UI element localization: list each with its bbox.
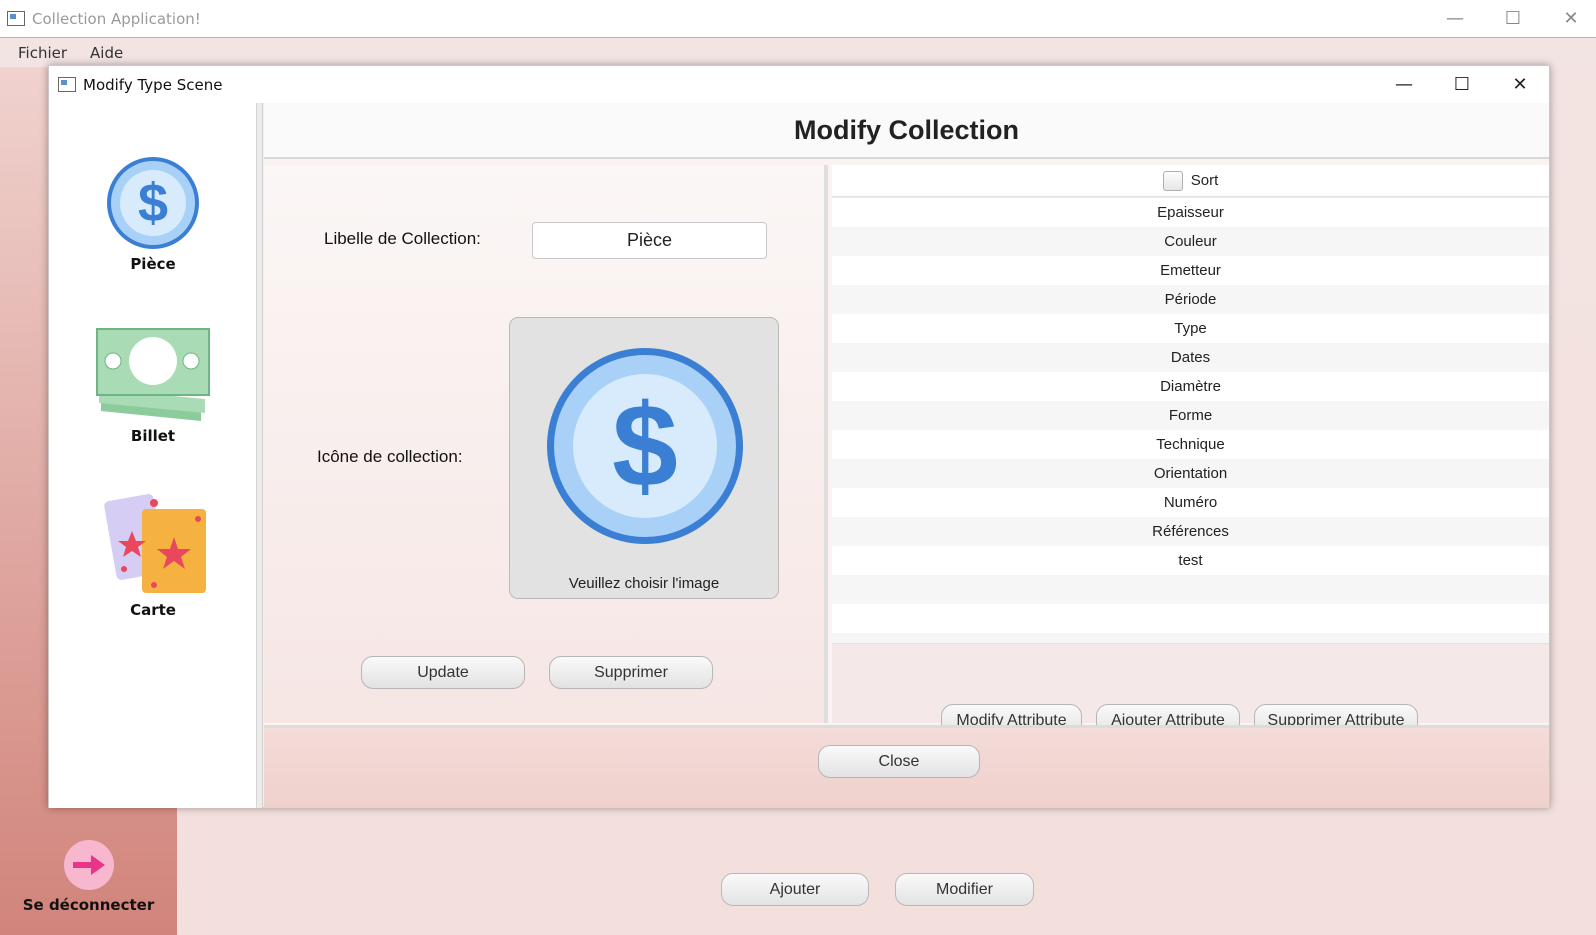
logout-item[interactable]: Se déconnecter [0,840,177,914]
attribute-list[interactable]: Epaisseur Couleur Emetteur Période Type Dates… [832,198,1549,644]
main-menu-bar: Fichier Aide [0,37,1596,67]
collection-name-label: Libelle de Collection: [324,229,481,248]
list-item[interactable]: Dates [832,343,1549,372]
dialog-maximize-icon[interactable]: ☐ [1433,66,1491,103]
list-item[interactable]: Diamètre [832,372,1549,401]
attributes-pane: Sort Epaisseur Couleur Emetteur Période Type… [832,165,1549,737]
maximize-icon[interactable]: ☐ [1484,0,1542,37]
sidebar-item-label: Carte [130,601,176,619]
dialog-content: Modify Collection Libelle de Collection:… [264,103,1549,808]
list-item[interactable]: Emetteur [832,256,1549,285]
modify-button[interactable]: Modifier [895,873,1034,906]
dialog-footer: Close [264,725,1549,808]
collection-name-input[interactable] [532,222,767,259]
sort-label: Sort [1190,172,1219,189]
sort-row: Sort [832,165,1549,197]
update-button[interactable]: Update [361,656,525,689]
sidebar-item-carte[interactable]: Carte [49,487,257,619]
empty-list-row [832,604,1549,633]
list-item[interactable]: test [832,546,1549,575]
add-button[interactable]: Ajouter [721,873,869,906]
logout-label: Se déconnecter [22,896,155,914]
empty-list-row [832,575,1549,604]
list-item[interactable]: Epaisseur [832,198,1549,227]
sidebar-item-piece[interactable]: $ Pièce [49,155,257,273]
close-button[interactable]: Close [818,745,980,778]
app-icon [7,11,25,26]
sidebar-item-label: Pièce [130,255,176,273]
sort-checkbox[interactable] [1162,170,1183,191]
dialog-close-icon[interactable]: ✕ [1491,66,1549,103]
dialog-title: Modify Type Scene [83,75,223,94]
coin-dollar-icon: $ [547,348,743,544]
main-window-title: Collection Application! [32,9,201,28]
dialog-app-icon [58,77,76,92]
page-title: Modify Collection [794,114,1019,145]
list-item[interactable]: Forme [832,401,1549,430]
close-icon[interactable]: ✕ [1542,0,1596,37]
empty-list-row [832,633,1549,643]
list-item[interactable]: Références [832,517,1549,546]
list-item[interactable]: Couleur [832,227,1549,256]
sidebar-item-billet[interactable]: Billet [49,327,257,445]
banknote-icon [96,328,210,421]
list-item[interactable]: Période [832,285,1549,314]
menu-aide[interactable]: Aide [90,44,123,62]
list-item[interactable]: Orientation [832,459,1549,488]
svg-text:$: $ [138,173,168,233]
delete-button[interactable]: Supprimer [549,656,713,689]
svg-text:$: $ [612,380,678,512]
logout-arrow-icon [63,840,114,890]
dialog-minimize-icon[interactable]: — [1375,66,1433,103]
coin-dollar-icon: $ [107,157,199,249]
list-item[interactable]: Type [832,314,1549,343]
list-item[interactable]: Numéro [832,488,1549,517]
cards-icon [104,494,206,593]
main-title-bar: Collection Application! — ☐ ✕ [0,0,1596,37]
menu-fichier[interactable]: Fichier [18,44,67,62]
collection-form-pane: Libelle de Collection: Icône de collecti… [264,165,828,723]
modify-type-dialog: Modify Type Scene — ☐ ✕ $ Pièce Billet C… [48,65,1550,808]
sidebar-divider[interactable] [257,103,263,808]
heading-bar: Modify Collection [264,103,1549,159]
dialog-title-bar: Modify Type Scene — ☐ ✕ [49,66,1549,103]
image-caption: Veuillez choisir l'image [568,575,720,592]
collection-icon-label: Icône de collection: [317,447,463,466]
dialog-sidebar: $ Pièce Billet Carte [49,103,257,808]
image-picker[interactable]: $ Veuillez choisir l'image [509,317,779,599]
sidebar-item-label: Billet [130,427,176,445]
list-item[interactable]: Technique [832,430,1549,459]
minimize-icon[interactable]: — [1426,0,1484,37]
